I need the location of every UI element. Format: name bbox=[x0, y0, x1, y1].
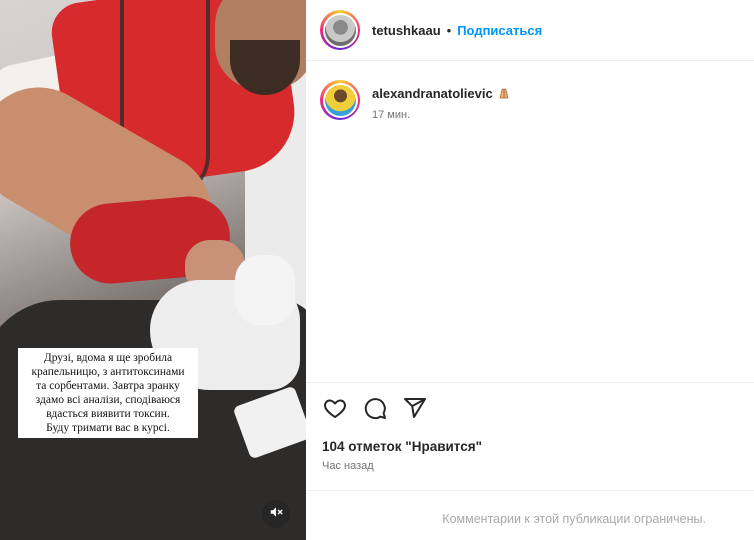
post-media-video[interactable]: Друзі, вдома я ще зробила крапельницю, з… bbox=[0, 0, 306, 540]
like-button[interactable] bbox=[322, 397, 348, 423]
likes-count[interactable]: 104 отметок "Нравится" bbox=[322, 439, 482, 454]
folded-hands-icon bbox=[497, 87, 511, 99]
post-actions-section: 104 отметок "Нравится" Час назад bbox=[306, 382, 754, 490]
post-timestamp: Час назад bbox=[322, 460, 374, 472]
comments-section: Комментарии к этой публикации ограничены… bbox=[306, 490, 754, 540]
author-avatar[interactable] bbox=[320, 10, 360, 50]
comment-item: alexandranatolievic 17 мин. bbox=[320, 80, 511, 121]
share-button[interactable] bbox=[402, 397, 428, 423]
follow-button[interactable]: Подписаться bbox=[457, 23, 542, 38]
comment-bubble-icon bbox=[363, 396, 387, 425]
commenter-avatar[interactable] bbox=[320, 80, 360, 120]
send-icon bbox=[403, 396, 427, 425]
heart-icon bbox=[323, 396, 347, 425]
comment-button[interactable] bbox=[362, 397, 388, 423]
commenter-username[interactable]: alexandranatolievic bbox=[372, 86, 493, 101]
video-caption-overlay: Друзі, вдома я ще зробила крапельницю, з… bbox=[18, 348, 198, 438]
comments-limited-notice: Комментарии к этой публикации ограничены… bbox=[442, 512, 706, 526]
speaker-muted-icon bbox=[269, 505, 283, 524]
author-username[interactable]: tetushkaau bbox=[372, 23, 441, 38]
post-header: tetushkaau • Подписаться bbox=[306, 0, 754, 61]
comment-timestamp: 17 мин. bbox=[372, 109, 411, 121]
media-glove-fingers bbox=[235, 255, 295, 325]
separator-dot: • bbox=[446, 22, 452, 38]
post-sidebar: tetushkaau • Подписаться alexandranatoli… bbox=[306, 0, 754, 540]
mute-button[interactable] bbox=[262, 500, 290, 528]
